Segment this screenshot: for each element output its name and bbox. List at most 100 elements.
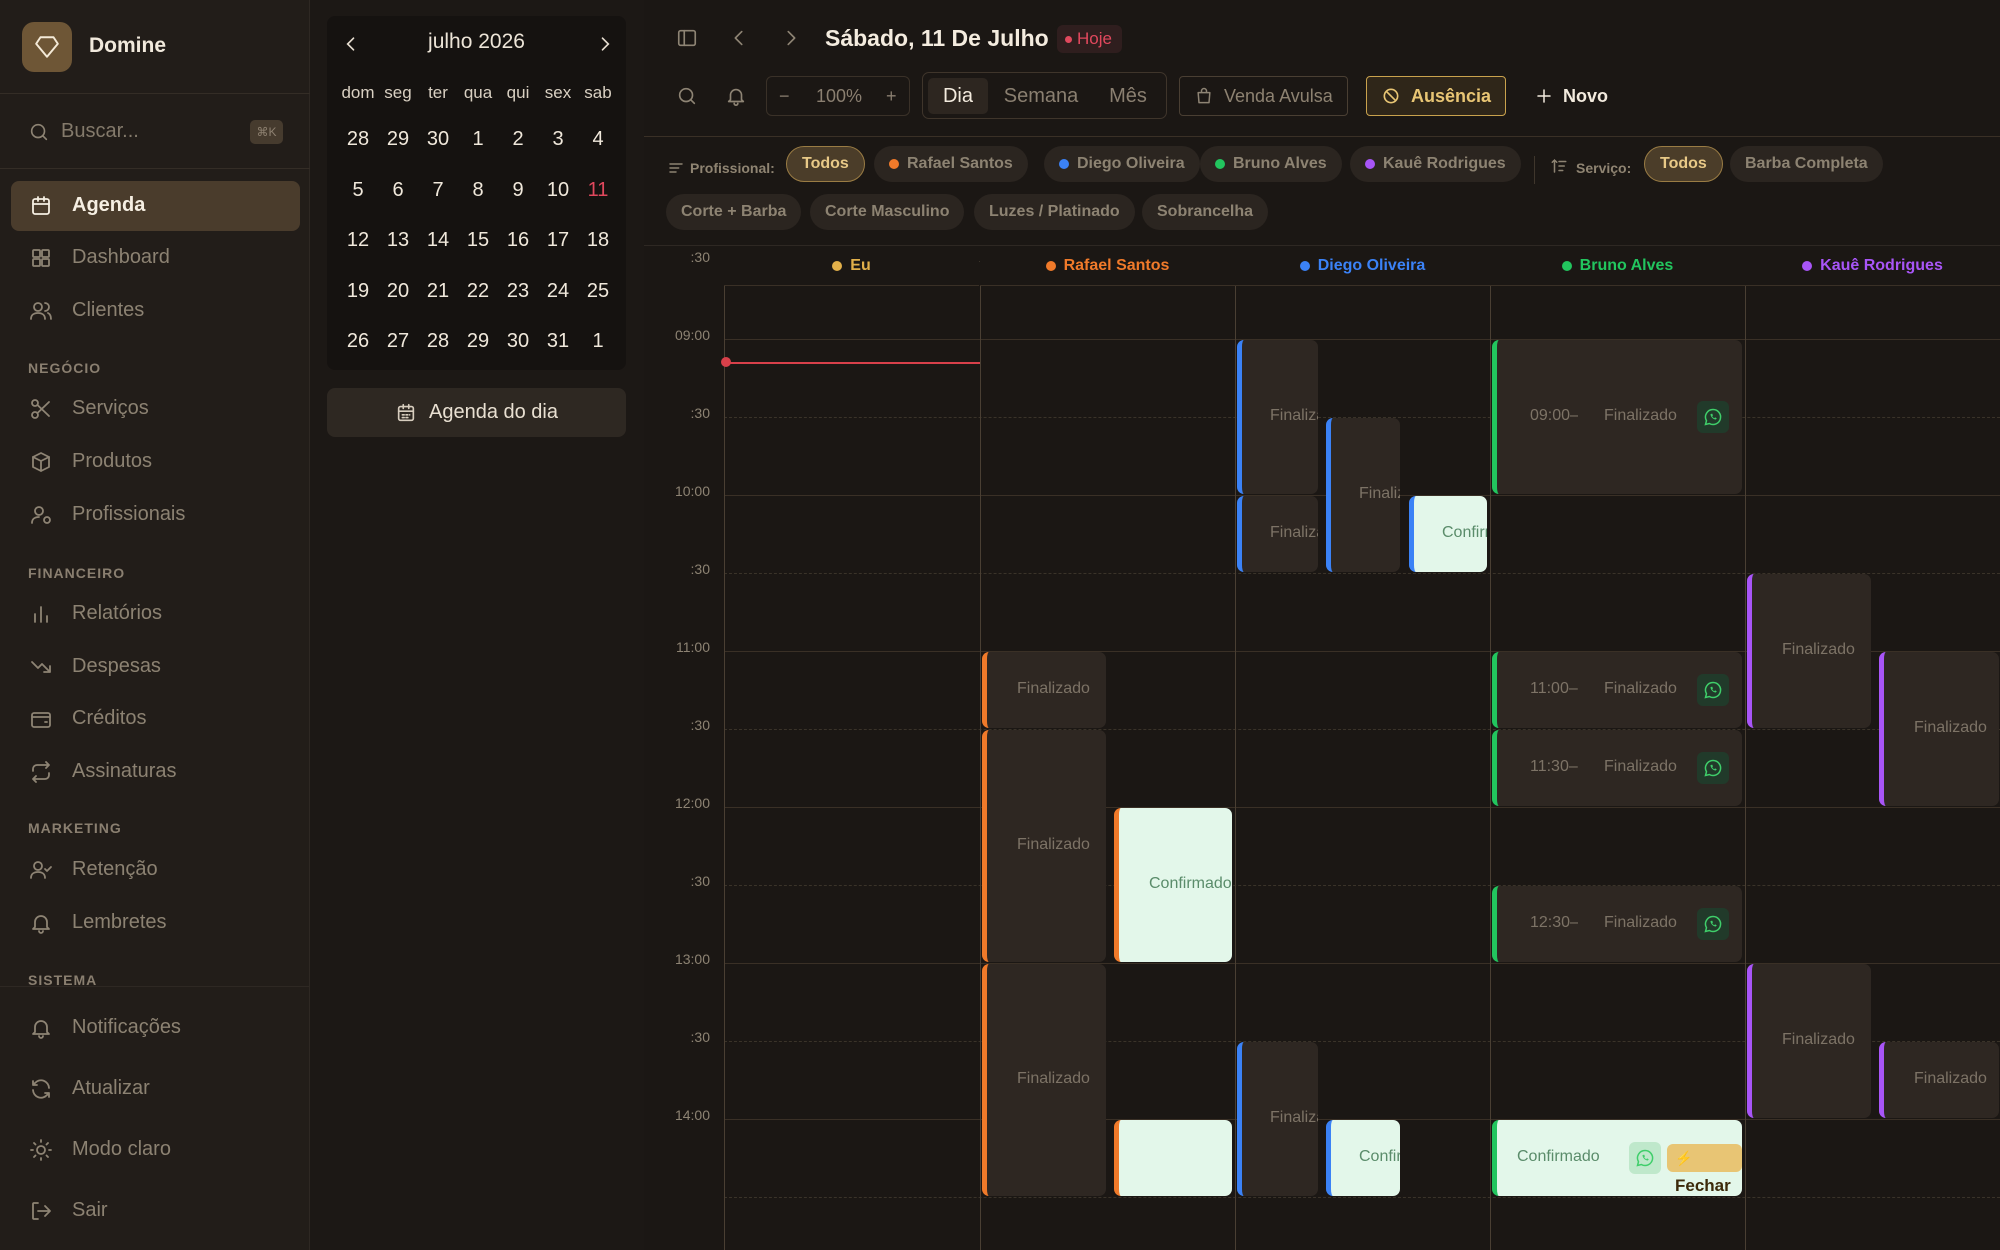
service-chip-corte-masculino[interactable]: Corte Masculino: [810, 194, 965, 230]
service-chip-luzes-platinado[interactable]: Luzes / Platinado: [974, 194, 1135, 230]
calendar-day[interactable]: 30: [498, 316, 538, 367]
filter-chip-diego-oliveira[interactable]: Diego Oliveira: [1044, 146, 1200, 182]
sidebar-item-servi-os[interactable]: Serviços: [11, 384, 300, 434]
sidebar-item-cr-ditos[interactable]: Créditos: [11, 694, 300, 744]
calendar-day[interactable]: 27: [378, 316, 418, 367]
whatsapp-button[interactable]: [1697, 908, 1729, 940]
search-icon[interactable]: [676, 85, 698, 107]
filter-chip-bruno-alves[interactable]: Bruno Alves: [1200, 146, 1342, 182]
calendar-day[interactable]: 25: [578, 266, 618, 317]
appointment-card[interactable]: Confirmado: [1409, 496, 1487, 572]
calendar-day[interactable]: 12: [338, 215, 378, 266]
bell-icon[interactable]: [725, 85, 747, 107]
calendar-day[interactable]: 1: [578, 316, 618, 367]
calendar-day[interactable]: 23: [498, 266, 538, 317]
sidebar-item-reten-o[interactable]: Retenção: [11, 845, 300, 895]
calendar-day[interactable]: 29: [458, 316, 498, 367]
sidebar-toggle-icon[interactable]: [676, 27, 698, 49]
sidebar-item-agenda[interactable]: Agenda: [11, 181, 300, 231]
calendar-day[interactable]: 10: [538, 165, 578, 216]
zoom-in-button[interactable]: +: [886, 86, 897, 107]
appointment-card[interactable]: Finalizado: [1326, 418, 1400, 572]
calendar-day[interactable]: 5: [338, 165, 378, 216]
sidebar-item-atualizar[interactable]: Atualizar: [11, 1064, 300, 1114]
service-chip-todos[interactable]: Todos: [1644, 146, 1723, 182]
appointment-card[interactable]: 11:30–12:00 Finalizado: [1492, 730, 1742, 806]
appointment-card[interactable]: Finalizado: [1879, 1042, 1999, 1118]
novo-button[interactable]: Novo: [1521, 76, 1622, 116]
agenda-do-dia-button[interactable]: Agenda do dia: [327, 388, 626, 437]
calendar-day[interactable]: 3: [538, 114, 578, 165]
calendar-day[interactable]: 31: [538, 316, 578, 367]
search-bar[interactable]: Buscar... ⌘K: [0, 95, 310, 169]
whatsapp-button[interactable]: [1697, 674, 1729, 706]
calendar-day[interactable]: 24: [538, 266, 578, 317]
sidebar-item-produtos[interactable]: Produtos: [11, 437, 300, 487]
calendar-day[interactable]: 19: [338, 266, 378, 317]
sidebar-item-assinaturas[interactable]: Assinaturas: [11, 747, 300, 797]
calendar-day[interactable]: 28: [418, 316, 458, 367]
calendar-day[interactable]: 15: [458, 215, 498, 266]
chevron-right-icon[interactable]: [595, 34, 615, 54]
calendar-day[interactable]: 7: [418, 165, 458, 216]
calendar-day[interactable]: 22: [458, 266, 498, 317]
calendar-day[interactable]: 11: [578, 165, 618, 216]
sidebar-item-relat-rios[interactable]: Relatórios: [11, 589, 300, 639]
calendar-day[interactable]: 13: [378, 215, 418, 266]
whatsapp-button[interactable]: [1697, 752, 1729, 784]
tab-semana[interactable]: Semana: [991, 78, 1091, 114]
chevron-left-icon[interactable]: [728, 27, 750, 49]
calendar-day[interactable]: 29: [378, 114, 418, 165]
filter-chip-rafael-santos[interactable]: Rafael Santos: [874, 146, 1028, 182]
sidebar-item-modo-claro[interactable]: Modo claro: [11, 1125, 300, 1175]
whatsapp-button[interactable]: [1697, 401, 1729, 433]
chevron-right-icon[interactable]: [780, 27, 802, 49]
appointment-card[interactable]: 12:30–13:00 Finalizado: [1492, 886, 1742, 962]
sidebar-item-notifica-es[interactable]: Notificações: [11, 1003, 300, 1053]
appointment-card[interactable]: Finalizado: [1237, 340, 1318, 494]
service-chip-barba-completa[interactable]: Barba Completa: [1730, 146, 1883, 182]
service-chip-corte-barba[interactable]: Corte + Barba: [666, 194, 802, 230]
calendar-day[interactable]: 26: [338, 316, 378, 367]
ausencia-button[interactable]: Ausência: [1366, 76, 1507, 116]
whatsapp-button[interactable]: [1629, 1142, 1661, 1174]
calendar-day[interactable]: 4: [578, 114, 618, 165]
calendar-day[interactable]: 17: [538, 215, 578, 266]
sidebar-item-profissionais[interactable]: Profissionais: [11, 490, 300, 540]
appointment-card[interactable]: Confirmado: [1114, 808, 1232, 962]
calendar-day[interactable]: 9: [498, 165, 538, 216]
appointment-card[interactable]: 09:00–10:00 Finalizado: [1492, 340, 1742, 494]
calendar-day[interactable]: 8: [458, 165, 498, 216]
filter-chip-kau-rodrigues[interactable]: Kauê Rodrigues: [1350, 146, 1521, 182]
appointment-card[interactable]: Finalizado: [1237, 1042, 1318, 1196]
appointment-card[interactable]: Finalizado: [1237, 496, 1318, 572]
tab-dia[interactable]: Dia: [928, 78, 988, 114]
sidebar-item-dashboard[interactable]: Dashboard: [11, 233, 300, 283]
appointment-card[interactable]: Confirmado ⚡ Fechar: [1492, 1120, 1742, 1196]
filter-chip-todos[interactable]: Todos: [786, 146, 865, 182]
calendar-day[interactable]: 16: [498, 215, 538, 266]
appointment-card[interactable]: Finalizado: [1879, 652, 1999, 806]
appointment-card[interactable]: Finalizado: [1747, 964, 1871, 1118]
zoom-out-button[interactable]: −: [779, 86, 790, 107]
sidebar-item-lembretes[interactable]: Lembretes: [11, 898, 300, 948]
tab-mes[interactable]: Mês: [1095, 78, 1161, 114]
appointment-card[interactable]: Finalizado: [1747, 574, 1871, 728]
venda-avulsa-button[interactable]: Venda Avulsa: [1179, 76, 1348, 116]
sidebar-item-sair[interactable]: Sair: [11, 1186, 300, 1236]
appointment-card[interactable]: Confirmado: [1326, 1120, 1400, 1196]
calendar-day[interactable]: 21: [418, 266, 458, 317]
appointment-card[interactable]: Finalizado: [982, 652, 1106, 728]
calendar-day[interactable]: 30: [418, 114, 458, 165]
calendar-day[interactable]: 6: [378, 165, 418, 216]
sidebar-item-despesas[interactable]: Despesas: [11, 642, 300, 692]
service-chip-sobrancelha[interactable]: Sobrancelha: [1142, 194, 1269, 230]
appointment-card[interactable]: Finalizado: [982, 730, 1106, 962]
calendar-day[interactable]: 20: [378, 266, 418, 317]
appointment-card[interactable]: 11:00–11:30 Finalizado: [1492, 652, 1742, 728]
calendar-day[interactable]: 1: [458, 114, 498, 165]
appointment-card[interactable]: [1114, 1120, 1232, 1196]
calendar-day[interactable]: 18: [578, 215, 618, 266]
calendar-day[interactable]: 14: [418, 215, 458, 266]
fechar-button[interactable]: ⚡ Fechar: [1667, 1144, 1742, 1195]
